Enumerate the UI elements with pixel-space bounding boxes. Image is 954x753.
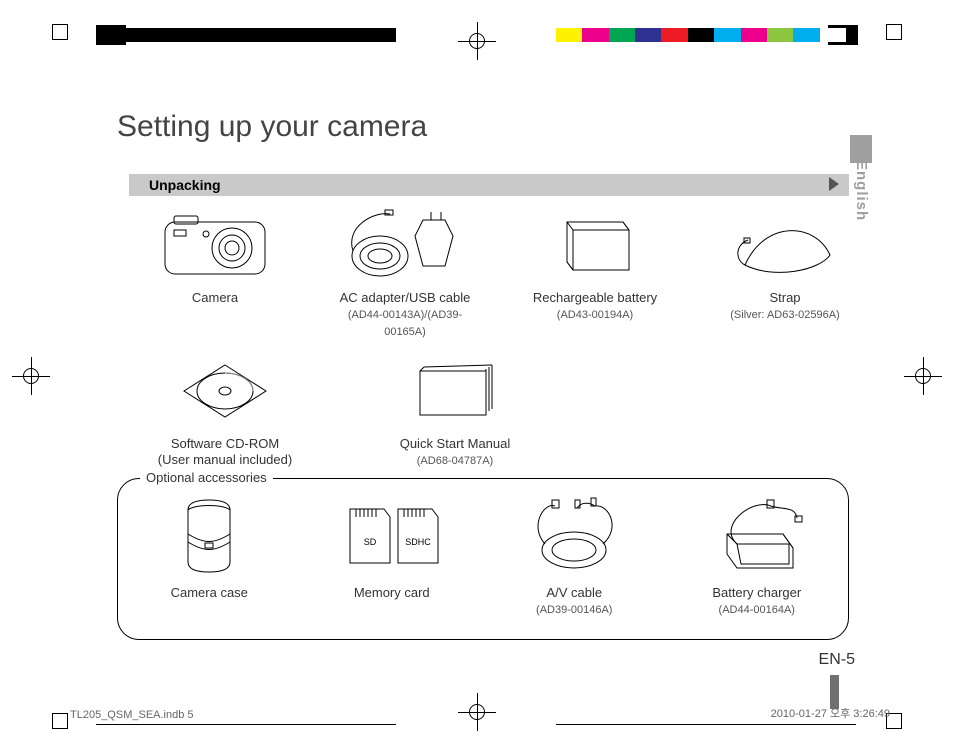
item-label: Memory card	[354, 585, 430, 601]
item-label: Quick Start Manual (AD68-04787A)	[400, 436, 511, 469]
crosshair-icon	[458, 22, 496, 60]
cdrom-icon	[180, 352, 270, 430]
footer-timestamp: 2010-01-27 오후 3:26:49	[771, 705, 890, 721]
camera-case-icon	[174, 493, 244, 579]
optional-row: Camera case SD SDHC	[118, 493, 848, 618]
item-label: Camera case	[171, 585, 248, 601]
unpacking-row-2: Software CD-ROM (User manual included) (…	[140, 352, 540, 485]
color-swatch	[556, 28, 582, 42]
battery-charger-icon	[697, 493, 817, 579]
color-swatch	[635, 28, 661, 42]
color-swatch	[609, 28, 635, 42]
item-label: Camera	[192, 290, 238, 306]
camera-icon	[160, 206, 270, 284]
item-label: A/V cable (AD39-00146A)	[536, 585, 612, 618]
print-bar	[846, 28, 858, 42]
footer-file-info: TL205_QSM_SEA.indb 5	[70, 709, 194, 721]
crosshair-icon	[904, 357, 942, 395]
item-label: Rechargeable battery (AD43-00194A)	[533, 290, 657, 323]
banner-body: Unpacking	[129, 174, 849, 196]
color-swatch	[793, 28, 819, 42]
item-strap: Strap (Silver: AD63-02596A)	[710, 206, 860, 340]
sd-label: SD	[363, 537, 376, 547]
print-bar	[96, 724, 396, 725]
item-manual: Quick Start Manual (AD68-04787A)	[370, 352, 540, 485]
section-heading: Unpacking	[149, 177, 221, 193]
color-swatch	[661, 28, 687, 42]
ac-adapter-icon	[345, 206, 465, 284]
item-battery: Rechargeable battery (AD43-00194A)	[520, 206, 670, 340]
color-swatch	[767, 28, 793, 42]
page-number: EN-5	[819, 651, 855, 669]
print-bar	[556, 724, 856, 725]
page-title: Setting up your camera	[117, 110, 427, 144]
item-camera: Camera	[140, 206, 290, 340]
color-swatch	[582, 28, 608, 42]
crosshair-icon	[12, 357, 50, 395]
manual-icon	[410, 352, 500, 430]
registration-mark	[886, 24, 902, 40]
item-camera-case: Camera case	[118, 493, 301, 618]
optional-heading: Optional accessories	[140, 470, 273, 485]
battery-icon	[555, 206, 635, 284]
print-bar	[96, 28, 396, 42]
item-label: AC adapter/USB cable (AD44-00143A)/(AD39…	[330, 290, 480, 340]
section-banner: Unpacking	[117, 174, 849, 196]
color-swatch	[688, 28, 714, 42]
av-cable-icon	[519, 493, 629, 579]
item-label: Strap (Silver: AD63-02596A)	[730, 290, 839, 323]
sdhc-label: SDHC	[405, 537, 431, 547]
item-battery-charger: Battery charger (AD44-00164A)	[666, 493, 849, 618]
registration-mark	[52, 713, 68, 729]
color-calibration-bar	[556, 28, 846, 42]
color-swatch	[741, 28, 767, 42]
item-cdrom: Software CD-ROM (User manual included) (…	[140, 352, 310, 485]
crosshair-icon	[458, 693, 496, 731]
item-av-cable: A/V cable (AD39-00146A)	[483, 493, 666, 618]
color-swatch	[820, 28, 846, 42]
memory-card-icon: SD SDHC	[332, 493, 452, 579]
page-edge-marker	[830, 675, 839, 709]
unpacking-row-1: Camera AC adapter/USB cable (AD44-00143A…	[140, 206, 860, 340]
item-ac-adapter: AC adapter/USB cable (AD44-00143A)/(AD39…	[330, 206, 480, 340]
color-swatch	[714, 28, 740, 42]
registration-mark	[52, 24, 68, 40]
item-label: Battery charger (AD44-00164A)	[712, 585, 801, 618]
optional-accessories-box: Optional accessories Camera case	[117, 478, 849, 640]
item-memory-card: SD SDHC Memory card	[301, 493, 484, 618]
strap-icon	[730, 206, 840, 284]
triangle-right-icon	[829, 177, 839, 191]
